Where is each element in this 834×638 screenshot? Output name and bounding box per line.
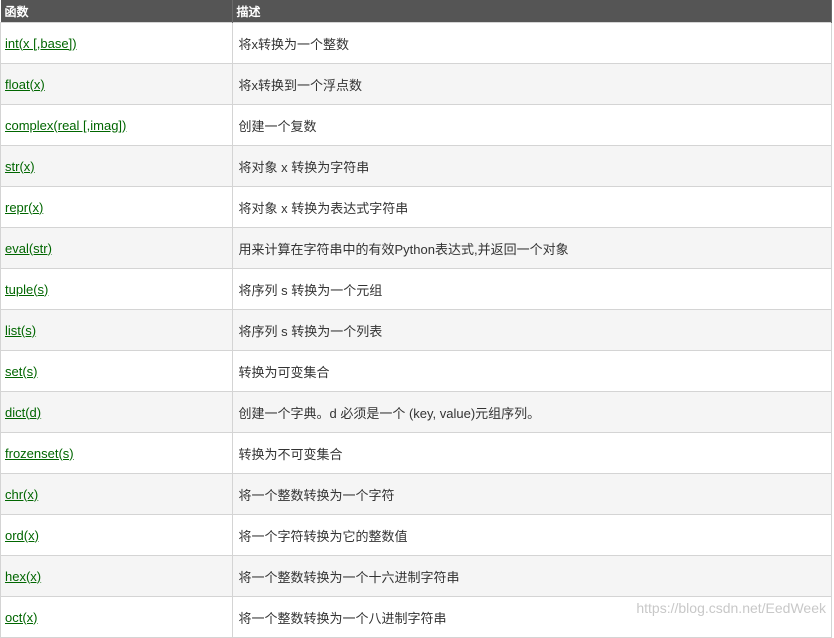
watermark-text: https://blog.csdn.net/EedWeek (636, 600, 826, 616)
function-link-tuple[interactable]: tuple(s) (5, 282, 48, 297)
description-cell: 创建一个复数 (231, 104, 832, 146)
description-cell: 创建一个字典。d 必须是一个 (key, value)元组序列。 (231, 391, 832, 433)
function-link-int[interactable]: int(x [,base]) (5, 36, 77, 51)
function-cell: list(s) (0, 309, 233, 351)
description-cell: 将x转换为一个整数 (231, 22, 832, 64)
description-cell: 将对象 x 转换为字符串 (231, 145, 832, 187)
function-cell: chr(x) (0, 473, 233, 515)
table-row: int(x [,base]) 将x转换为一个整数 (0, 22, 832, 64)
function-cell: set(s) (0, 350, 233, 392)
table-row: chr(x) 将一个整数转换为一个字符 (0, 473, 832, 515)
column-header-function: 函数 (0, 0, 233, 23)
function-link-str[interactable]: str(x) (5, 159, 35, 174)
table-row: float(x) 将x转换到一个浮点数 (0, 63, 832, 105)
table-row: dict(d) 创建一个字典。d 必须是一个 (key, value)元组序列。 (0, 391, 832, 433)
table-row: set(s) 转换为可变集合 (0, 350, 832, 392)
column-header-description: 描述 (232, 0, 832, 23)
function-cell: frozenset(s) (0, 432, 233, 474)
function-link-set[interactable]: set(s) (5, 364, 38, 379)
table-row: tuple(s) 将序列 s 转换为一个元组 (0, 268, 832, 310)
function-link-frozenset[interactable]: frozenset(s) (5, 446, 74, 461)
function-link-repr[interactable]: repr(x) (5, 200, 43, 215)
function-cell: eval(str) (0, 227, 233, 269)
table-row: list(s) 将序列 s 转换为一个列表 (0, 309, 832, 351)
description-cell: 转换为可变集合 (231, 350, 832, 392)
function-cell: repr(x) (0, 186, 233, 228)
function-cell: int(x [,base]) (0, 22, 233, 64)
table-header-row: 函数 描述 (0, 0, 832, 23)
table-row: complex(real [,imag]) 创建一个复数 (0, 104, 832, 146)
function-link-list[interactable]: list(s) (5, 323, 36, 338)
function-link-float[interactable]: float(x) (5, 77, 45, 92)
description-cell: 转换为不可变集合 (231, 432, 832, 474)
table-row: eval(str) 用来计算在字符串中的有效Python表达式,并返回一个对象 (0, 227, 832, 269)
function-link-hex[interactable]: hex(x) (5, 569, 41, 584)
function-link-oct[interactable]: oct(x) (5, 610, 38, 625)
description-cell: 将序列 s 转换为一个列表 (231, 309, 832, 351)
function-link-eval[interactable]: eval(str) (5, 241, 52, 256)
function-cell: complex(real [,imag]) (0, 104, 233, 146)
description-cell: 将一个字符转换为它的整数值 (231, 514, 832, 556)
function-cell: dict(d) (0, 391, 233, 433)
function-cell: hex(x) (0, 555, 233, 597)
description-cell: 将序列 s 转换为一个元组 (231, 268, 832, 310)
description-cell: 将对象 x 转换为表达式字符串 (231, 186, 832, 228)
table-row: hex(x) 将一个整数转换为一个十六进制字符串 (0, 555, 832, 597)
function-cell: str(x) (0, 145, 233, 187)
table-row: repr(x) 将对象 x 转换为表达式字符串 (0, 186, 832, 228)
function-cell: tuple(s) (0, 268, 233, 310)
table-row: str(x) 将对象 x 转换为字符串 (0, 145, 832, 187)
description-cell: 将一个整数转换为一个十六进制字符串 (231, 555, 832, 597)
table-row: ord(x) 将一个字符转换为它的整数值 (0, 514, 832, 556)
function-cell: ord(x) (0, 514, 233, 556)
description-cell: 将x转换到一个浮点数 (231, 63, 832, 105)
table-row: frozenset(s) 转换为不可变集合 (0, 432, 832, 474)
function-link-dict[interactable]: dict(d) (5, 405, 41, 420)
function-cell: float(x) (0, 63, 233, 105)
functions-table: 函数 描述 int(x [,base]) 将x转换为一个整数 float(x) … (0, 0, 832, 638)
description-cell: 将一个整数转换为一个字符 (231, 473, 832, 515)
description-cell: 用来计算在字符串中的有效Python表达式,并返回一个对象 (231, 227, 832, 269)
function-link-complex[interactable]: complex(real [,imag]) (5, 118, 126, 133)
function-link-chr[interactable]: chr(x) (5, 487, 38, 502)
function-link-ord[interactable]: ord(x) (5, 528, 39, 543)
function-cell: oct(x) (0, 596, 233, 638)
